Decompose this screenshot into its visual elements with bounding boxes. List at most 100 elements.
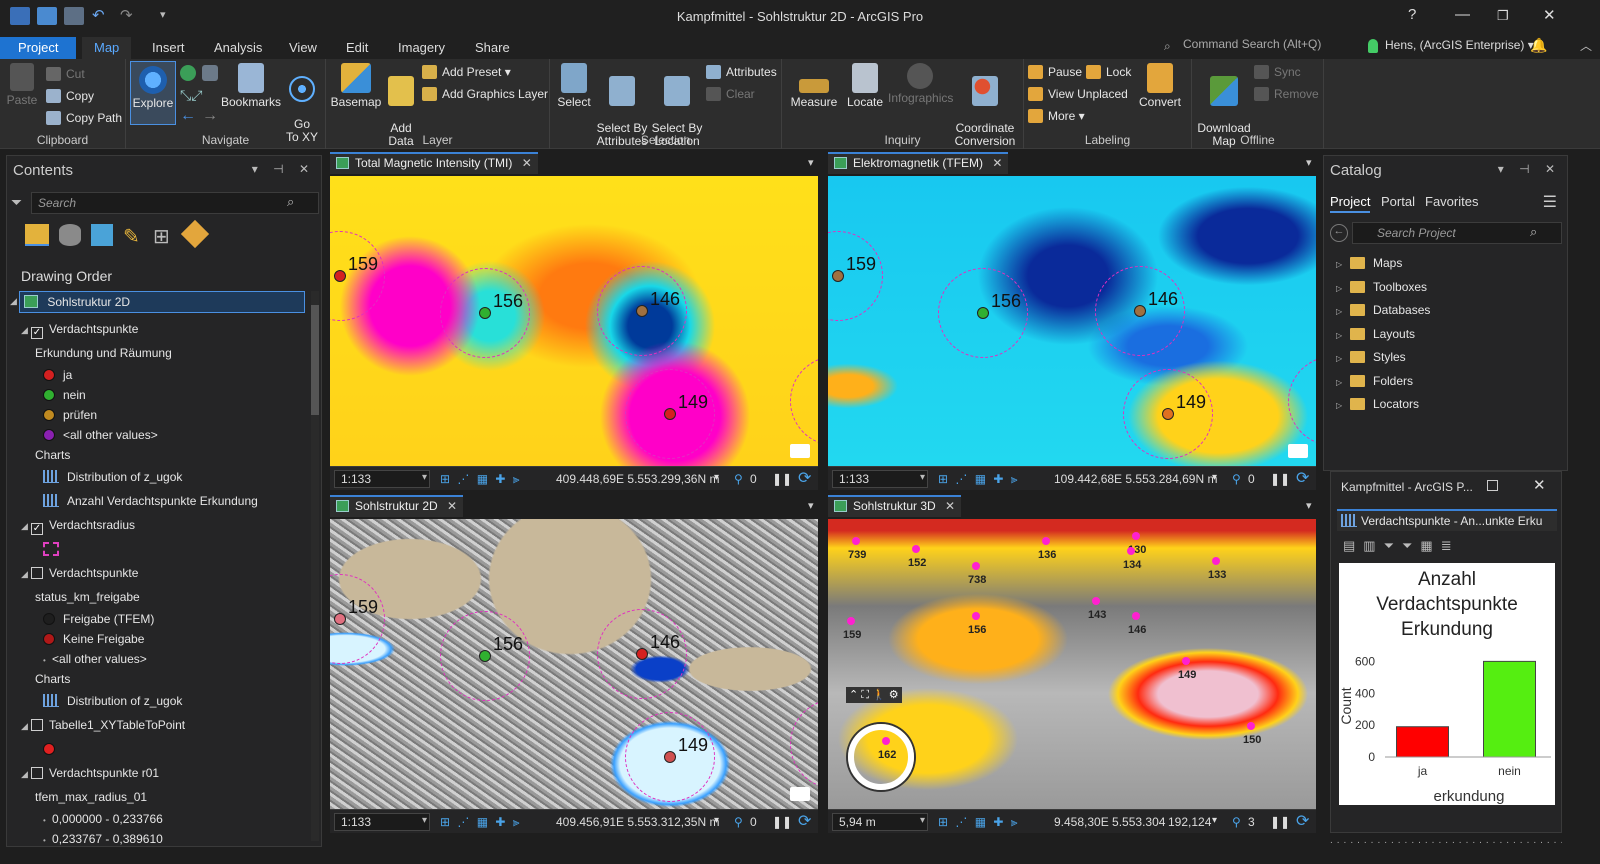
scale-dropdown-icon[interactable]: ▾ (422, 472, 427, 483)
measure-button[interactable]: Measure (786, 63, 842, 109)
refresh-icon[interactable]: ⟳ (1296, 811, 1309, 831)
bookmarks-button[interactable]: Bookmarks (220, 63, 282, 109)
expand-arrow-icon[interactable]: ◢ (21, 569, 31, 580)
catalog-item[interactable]: ▷ Maps (1336, 256, 1402, 270)
select-button[interactable]: Select (554, 63, 594, 109)
expand-arrow-icon[interactable]: ▷ (1336, 307, 1346, 316)
suspicion-point-marker[interactable] (664, 408, 676, 420)
clear-button[interactable]: Clear (706, 87, 755, 101)
coordinate-units-dropdown-icon[interactable]: ▾ (1212, 815, 1217, 826)
folder-icon[interactable] (1288, 444, 1308, 458)
close-tab-icon[interactable]: ✕ (942, 499, 955, 513)
map-canvas[interactable]: 159 156 146 149 (828, 176, 1316, 466)
scale-dropdown-icon[interactable]: ▾ (422, 815, 427, 826)
view-menu-icon[interactable]: ▾ (1306, 499, 1312, 512)
lock-labeling-button[interactable]: Lock (1086, 65, 1131, 79)
expand-arrow-icon[interactable]: ▷ (1336, 378, 1346, 387)
contents-item[interactable]: ◢ Verdachtspunkte r01 (21, 766, 159, 780)
previous-extent-icon[interactable]: ← (180, 107, 196, 125)
ribbon-minimize-icon[interactable]: ︿ (1580, 37, 1592, 54)
view-menu-icon[interactable]: ▾ (1306, 156, 1312, 169)
contents-item[interactable]: ◢ ✓ Verdachtsradius (21, 518, 135, 535)
status-tools-icons[interactable]: ⊞ ⋰ ▦ ✚ ⫸ (440, 815, 522, 830)
contents-scrollbar[interactable] (311, 291, 319, 841)
convert-button[interactable]: Convert (1134, 63, 1186, 109)
expand-arrow-icon[interactable]: ▷ (1336, 401, 1346, 410)
navigation-toolbar[interactable]: ⌃ ⛶ 🚶 ⚙ (846, 687, 902, 703)
more-labeling-button[interactable]: More ▾ (1028, 109, 1085, 123)
contents-item[interactable]: ◢ Verdachtspunkte (21, 566, 138, 580)
help-icon[interactable]: ? (1408, 6, 1416, 23)
view-menu-icon[interactable]: ▾ (808, 156, 814, 169)
basemap-button[interactable]: Basemap (330, 63, 382, 109)
contents-search-input[interactable]: Search (31, 192, 319, 214)
back-icon[interactable]: ← (1330, 224, 1348, 242)
view-menu-icon[interactable]: ▾ (808, 499, 814, 512)
minimize-button[interactable]: — (1455, 6, 1470, 23)
list-by-labeling-icon[interactable] (180, 219, 210, 249)
tab-share[interactable]: Share (463, 37, 522, 59)
chart-window-close-icon[interactable]: ✕ (1533, 476, 1546, 494)
contents-item[interactable]: ◢ ✓ Verdachtspunkte (21, 322, 138, 339)
coordinate-units-dropdown-icon[interactable]: ▾ (1212, 472, 1217, 483)
map-canvas[interactable]: 739 152 738 136 130 134 133 143 156 146 159 149 150 1… (828, 519, 1316, 809)
chart-add-icon[interactable]: ▥ (1363, 538, 1383, 553)
suspicion-point-marker[interactable] (1134, 305, 1146, 317)
catalog-tab-favorites[interactable]: Favorites (1425, 194, 1478, 209)
navigator-control[interactable] (848, 724, 914, 790)
user-account-menu[interactable]: Hens, (ArcGIS Enterprise) ▾ (1385, 38, 1534, 52)
expand-arrow-icon[interactable]: ▷ (1336, 331, 1346, 340)
layer-visibility-checkbox[interactable] (31, 567, 43, 579)
filter-icon[interactable]: ⏷ (11, 194, 22, 211)
refresh-icon[interactable]: ⟳ (1296, 468, 1309, 488)
list-by-editing-icon[interactable]: ✎ (123, 224, 140, 249)
contents-item[interactable]: Distribution of z_ugok (43, 470, 182, 484)
folder-icon[interactable] (790, 444, 810, 458)
catalog-tab-portal[interactable]: Portal (1381, 194, 1415, 209)
map-view-tab[interactable]: Sohlstruktur 2D ✕ (330, 495, 464, 517)
list-by-snapping-icon[interactable]: ⊞ (153, 224, 170, 249)
expand-arrow-icon[interactable]: ▷ (1336, 260, 1346, 269)
command-search-input[interactable]: Command Search (Alt+Q) (1183, 37, 1373, 57)
close-tab-icon[interactable]: ✕ (444, 499, 457, 513)
pause-drawing-icon[interactable]: ❚❚ (1270, 815, 1290, 829)
contents-item[interactable]: ◢ Tabelle1_XYTableToPoint (21, 718, 185, 732)
copy-path-button[interactable]: Copy Path (46, 111, 122, 125)
scale-dropdown-icon[interactable]: ▾ (920, 472, 925, 483)
fixed-zoom-icon[interactable]: ⤡⤢ (180, 87, 202, 104)
expand-arrow-icon[interactable]: ◢ (21, 769, 31, 780)
catalog-item[interactable]: ▷ Databases (1336, 303, 1430, 317)
scale-selector[interactable]: 5,94 m (832, 813, 928, 831)
scale-selector[interactable]: 1:133 (832, 470, 928, 488)
catalog-menu-icon[interactable]: ☰ (1543, 192, 1557, 212)
map-view-tab[interactable]: Elektromagnetik (TFEM) ✕ (828, 152, 1009, 174)
scrollbar-thumb[interactable] (311, 305, 319, 415)
expand-arrow-icon[interactable]: ▷ (1336, 354, 1346, 363)
pause-drawing-icon[interactable]: ❚❚ (772, 815, 792, 829)
chart-tab[interactable]: Verdachtspunkte - An...unkte Erku (1337, 509, 1557, 531)
locate-button[interactable]: Locate (842, 63, 888, 109)
status-tools-icons[interactable]: ⊞ ⋰ ▦ ✚ ⫸ (938, 472, 1020, 487)
suspicion-point-marker[interactable] (334, 270, 346, 282)
status-tools-icons[interactable]: ⊞ ⋰ ▦ ✚ ⫸ (938, 815, 1020, 830)
list-by-selection-icon[interactable] (91, 224, 113, 246)
paste-button[interactable]: Paste (4, 63, 40, 107)
tab-analysis[interactable]: Analysis (202, 37, 274, 59)
list-by-drawing-order-icon[interactable] (25, 224, 49, 246)
catalog-item[interactable]: ▷ Locators (1336, 397, 1419, 411)
zoom-to-selection-icon[interactable] (202, 65, 218, 81)
catalog-tab-project[interactable]: Project (1330, 194, 1371, 213)
catalog-item[interactable]: ▷ Layouts (1336, 327, 1415, 341)
scale-selector[interactable]: 1:133 (334, 813, 430, 831)
explore-button[interactable]: Explore (130, 61, 176, 125)
pause-labeling-button[interactable]: Pause (1028, 65, 1082, 79)
chart-table-icon[interactable]: ▦ (1420, 538, 1440, 553)
catalog-item[interactable]: ▷ Styles (1336, 350, 1406, 364)
contents-item[interactable]: Anzahl Verdachtspunkte Erkundung (43, 494, 258, 508)
pause-drawing-icon[interactable]: ❚❚ (772, 472, 792, 486)
expand-arrow-icon[interactable]: ◢ (21, 325, 31, 336)
add-preset-button[interactable]: Add Preset ▾ (422, 65, 511, 79)
tab-map[interactable]: Map (82, 37, 132, 59)
view-unplaced-button[interactable]: View Unplaced (1028, 87, 1128, 101)
folder-icon[interactable] (790, 787, 810, 801)
